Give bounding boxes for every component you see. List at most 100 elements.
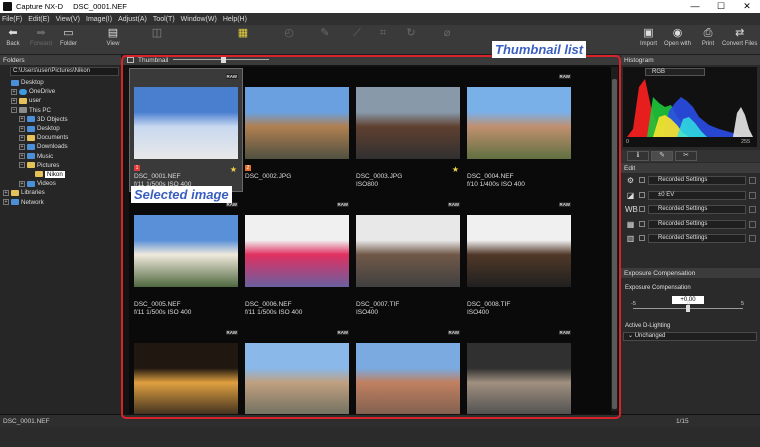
view-button[interactable]: ▤ View [106,27,120,47]
thumbnail-image[interactable] [467,343,571,415]
expand-box[interactable] [639,206,645,212]
tree-item[interactable]: + Libraries [0,188,121,197]
forward-button[interactable]: ➡ Forward [30,27,52,47]
expand-toggle-icon[interactable]: − [11,107,17,114]
thumbnail-item[interactable]: RAW [130,325,242,447]
rotate-right-icon[interactable]: ↻ [404,27,418,41]
straighten-icon[interactable]: ⟋ [350,27,364,41]
apply-checkbox[interactable] [749,206,756,213]
thumbnail-item[interactable]: RAW DSC_0007.TIF ISO400 [352,197,464,319]
close-button[interactable]: ✕ [734,0,760,13]
thumbnail-image[interactable] [467,87,571,159]
apply-checkbox[interactable] [749,220,756,228]
expand-toggle-icon[interactable]: + [19,116,25,123]
crop-icon[interactable]: ⌗ [376,27,390,41]
thumbnail-item[interactable]: RAW DSC_0006.NEF f/11 1/500s ISO 400 [241,197,353,319]
apply-checkbox[interactable] [749,235,756,242]
menu-image[interactable]: Image(I) [86,16,112,23]
tree-item[interactable]: − This PC [0,106,121,115]
thumbnail-image[interactable] [356,343,460,415]
open-with-button[interactable]: ◉ Open with [664,27,691,47]
expand-toggle-icon[interactable]: + [19,125,25,132]
tree-item[interactable]: + Desktop [0,124,121,133]
exposure-slider-knob[interactable] [686,305,690,312]
expand-box[interactable] [639,191,645,198]
thumbnail-item[interactable]: RAW [352,325,464,447]
expand-toggle-icon[interactable]: − [19,162,25,169]
thumbnail-image[interactable] [467,215,571,287]
menu-adjust[interactable]: Adjust(A) [118,16,147,23]
tree-item[interactable]: + Documents [0,133,121,142]
tree-item[interactable]: + Downloads [0,142,121,151]
tools-tab[interactable]: ✂ [675,151,697,161]
thumbnail-item[interactable]: 2 DSC_0002.JPG [241,69,353,191]
tree-item[interactable]: Nikon [0,170,121,179]
edit-row-value[interactable]: Recorded Settings [648,205,746,214]
convert-files-button[interactable]: ⇄ Convert Files [722,27,757,47]
expand-toggle-icon[interactable]: + [3,189,9,196]
tree-item[interactable]: + OneDrive [0,87,121,96]
tree-item[interactable]: + Music [0,152,121,161]
pen-icon[interactable]: ✎ [318,27,332,41]
edit-row-value[interactable]: Recorded Settings [648,234,746,243]
thumbnail-image[interactable] [245,343,349,415]
thumbnail-item[interactable]: RAW DSC_0004.NEF f/10 1/400s ISO 400 [463,69,575,191]
edit-tab[interactable]: ✎ [651,151,673,161]
menu-view[interactable]: View(V) [56,16,80,23]
thumbnail-image[interactable] [134,87,238,159]
expand-box[interactable] [639,235,645,241]
adl-select[interactable]: ⌄ Unchanged [623,332,757,341]
expand-box[interactable] [639,177,645,183]
vertical-scrollbar[interactable] [611,67,618,411]
maximize-button[interactable]: ☐ [708,0,734,13]
edit-row-value[interactable]: ±0 EV [648,190,746,200]
expand-toggle-icon[interactable]: + [11,88,17,95]
thumbnail-image[interactable] [134,215,238,287]
thumbnail-item[interactable]: RAW DSC_0005.NEF f/11 1/500s ISO 400 [130,197,242,319]
thumbnail-size-slider[interactable] [173,56,269,63]
thumbnail-item[interactable]: ★ DSC_0003.JPG ISO800 [352,69,464,191]
compare-icon[interactable]: ▦ [236,27,250,41]
tree-item[interactable]: + user [0,96,121,105]
thumbnail-image[interactable] [356,87,460,159]
scrollbar-thumb[interactable] [612,79,617,409]
rotate-icon[interactable]: ◴ [282,27,296,41]
grid-view-icon[interactable] [127,57,134,63]
expand-toggle-icon[interactable]: + [3,199,9,206]
expand-toggle-icon[interactable]: + [19,143,25,150]
tree-item[interactable]: Desktop [0,78,121,87]
print-button[interactable]: ⎙ Print [701,27,715,47]
apply-checkbox[interactable] [749,191,756,199]
menu-window[interactable]: Window(W) [181,16,217,23]
tree-item[interactable]: + Videos [0,179,121,188]
view-mode-icon[interactable]: ◫ [150,27,164,41]
thumbnail-image[interactable] [356,215,460,287]
exposure-slider[interactable] [633,305,743,312]
info-tab[interactable]: ℹ [627,151,649,161]
thumbnail-item[interactable]: RAW [241,325,353,447]
minimize-button[interactable]: — [682,0,708,13]
folder-path-field[interactable]: C:\Users\user\Pictures\Nikon [10,67,119,76]
expand-box[interactable] [639,220,645,227]
menu-help[interactable]: Help(H) [223,16,247,23]
folder-button[interactable]: ▭ Folder [60,27,77,47]
expand-toggle-icon[interactable]: + [11,97,17,104]
edit-row-value[interactable]: Recorded Settings [648,219,746,229]
menu-file[interactable]: File(F) [2,16,22,23]
thumbnail-image[interactable] [134,343,238,415]
edit-row-value[interactable]: Recorded Settings [648,176,746,185]
retouch-icon[interactable]: ⌀ [440,27,454,41]
tree-item[interactable]: − Pictures [0,161,121,170]
back-button[interactable]: ⬅ Back [6,27,20,47]
thumbnail-image[interactable] [245,215,349,287]
menu-edit[interactable]: Edit(E) [28,16,49,23]
tree-item[interactable]: + Network [0,197,121,206]
thumbnail-image[interactable] [245,87,349,159]
thumbnail-item[interactable]: RAW DSC_0008.TIF ISO400 [463,197,575,319]
slider-knob[interactable] [221,56,226,63]
tree-item[interactable]: +3D Objects [0,115,121,124]
menu-tool[interactable]: Tool(T) [153,16,175,23]
thumbnail-item[interactable]: RAW [463,325,575,447]
expand-toggle-icon[interactable]: + [19,134,25,141]
expand-toggle-icon[interactable]: + [19,180,25,187]
